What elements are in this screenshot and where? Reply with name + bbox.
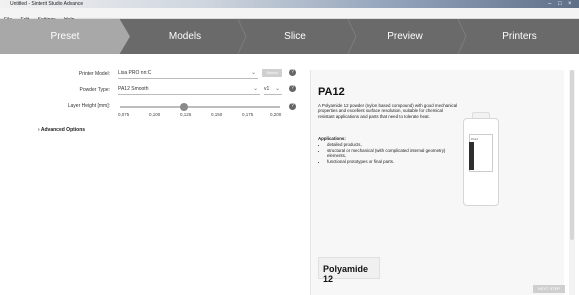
list-item: functional prototypes or final parts. bbox=[327, 159, 458, 164]
window-title: Untitled - Sinterit Studio Advance bbox=[10, 1, 84, 7]
slider-tick: 0,200 bbox=[270, 112, 282, 117]
bottle-text: PA12 bbox=[471, 137, 479, 141]
maximize-icon[interactable]: □ bbox=[558, 0, 562, 8]
powder-version-value: v1 bbox=[264, 86, 270, 92]
slider-tick: 0,150 bbox=[211, 112, 223, 117]
list-item: structural or mechanical (with complicat… bbox=[327, 148, 458, 159]
next-step-button[interactable]: NEXT STEP bbox=[533, 285, 565, 293]
chevron-down-icon: ⌄ bbox=[250, 70, 256, 76]
main-tabs: Preset Models Slice Preview Printers bbox=[0, 19, 579, 54]
tab-separators bbox=[237, 19, 467, 54]
advanced-options-toggle[interactable]: › Advanced Options bbox=[38, 127, 85, 133]
bottle-band bbox=[469, 142, 474, 170]
help-icon[interactable]: ? bbox=[289, 69, 296, 76]
material-description: A Polyamide 12 powder (nylon based compo… bbox=[318, 103, 458, 119]
powder-type-label: Powder Type: bbox=[79, 87, 110, 93]
applications-title: Applications: bbox=[318, 136, 346, 141]
menu-bar: File Edit Settings Help bbox=[0, 8, 579, 23]
chevron-down-icon: ⌄ bbox=[274, 86, 280, 92]
applications-block: Applications: detailed products, structu… bbox=[318, 136, 458, 164]
chevron-right-icon: › bbox=[38, 127, 40, 133]
window-titlebar: Untitled - Sinterit Studio Advance – □ × bbox=[0, 0, 579, 8]
scrollbar-thumb[interactable] bbox=[570, 70, 574, 240]
slider-tick: 0,175 bbox=[242, 112, 254, 117]
applications-list: detailed products, structural or mechani… bbox=[318, 142, 458, 164]
material-scrollbar[interactable] bbox=[569, 70, 575, 295]
close-icon[interactable]: × bbox=[568, 0, 572, 8]
help-icon[interactable]: ? bbox=[289, 85, 296, 92]
layer-height-label: Layer Height [mm]: bbox=[67, 103, 110, 109]
material-name: Polyamide 12 bbox=[323, 264, 369, 284]
powder-bottle-image: PA12 bbox=[463, 112, 499, 208]
powder-version-select[interactable]: v1 ⌄ bbox=[264, 85, 282, 95]
advanced-options-label: Advanced Options bbox=[40, 127, 86, 133]
printer-model-value: Lisa PRO nn:C bbox=[118, 70, 152, 76]
minimize-icon[interactable]: – bbox=[548, 0, 551, 8]
layer-height-slider-handle[interactable] bbox=[180, 103, 188, 111]
select-printer-button[interactable]: Select bbox=[262, 69, 282, 77]
material-name-box: Polyamide 12 bbox=[318, 257, 380, 284]
chevron-down-icon: ⌄ bbox=[252, 86, 258, 92]
powder-type-select[interactable]: PA12 Smooth ⌄ bbox=[118, 85, 260, 95]
layer-height-slider-track[interactable] bbox=[120, 106, 280, 108]
powder-type-value: PA12 Smooth bbox=[118, 86, 149, 92]
slider-tick: 0,075 bbox=[118, 112, 130, 117]
slider-tick: 0,100 bbox=[149, 112, 161, 117]
printer-model-label: Printer Model: bbox=[78, 71, 110, 77]
slider-tick: 0,125 bbox=[180, 112, 192, 117]
help-icon[interactable]: ? bbox=[289, 103, 296, 110]
printer-model-select[interactable]: Lisa PRO nn:C ⌄ bbox=[118, 69, 258, 79]
material-title: PA12 bbox=[318, 86, 345, 98]
